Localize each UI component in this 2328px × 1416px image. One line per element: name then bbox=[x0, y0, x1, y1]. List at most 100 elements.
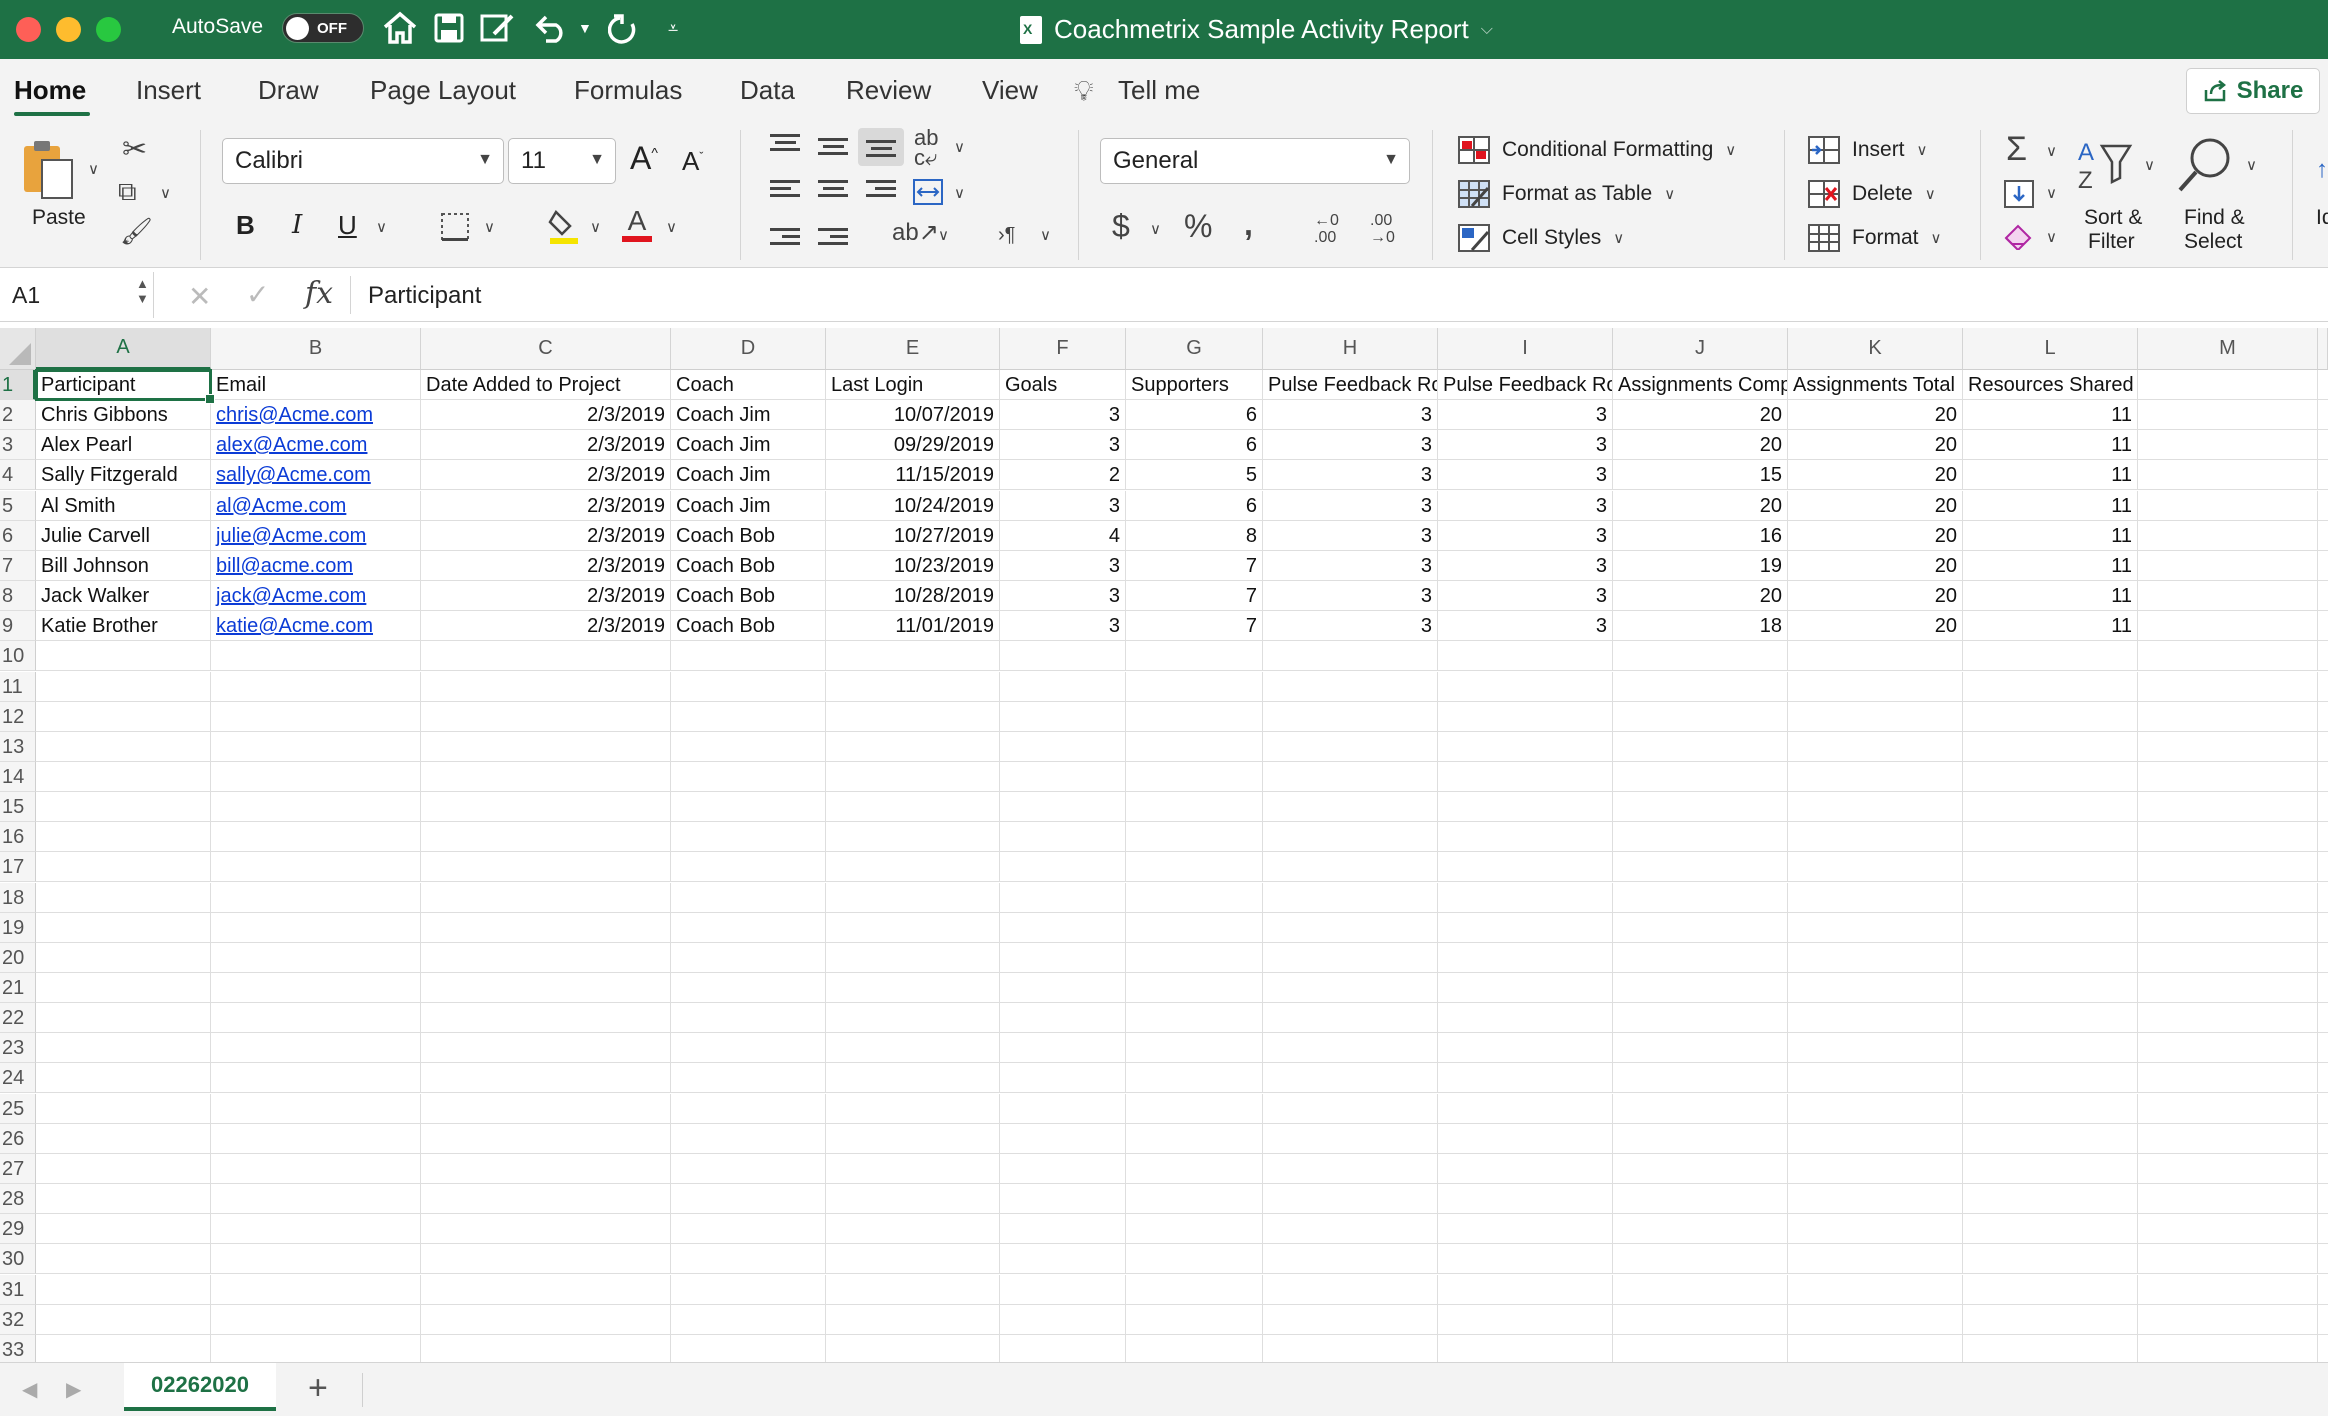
data-cell[interactable]: 3 bbox=[1000, 430, 1126, 461]
data-cell[interactable]: 20 bbox=[1788, 581, 1963, 612]
column-header[interactable]: J bbox=[1613, 328, 1788, 370]
empty-cell[interactable] bbox=[2318, 1154, 2328, 1184]
select-all-button[interactable] bbox=[0, 328, 36, 370]
header-cell[interactable]: Pulse Feedback Rou bbox=[1263, 370, 1438, 400]
row-header[interactable]: 7 bbox=[0, 550, 36, 581]
empty-cell[interactable] bbox=[2138, 1093, 2318, 1124]
row-header[interactable]: 21 bbox=[0, 973, 36, 1003]
header-cell[interactable]: Last Login bbox=[826, 370, 1000, 400]
empty-cell[interactable] bbox=[1438, 731, 1613, 762]
empty-cell[interactable] bbox=[2318, 1063, 2328, 1094]
copy-chevron[interactable]: ∨ bbox=[160, 184, 171, 202]
data-cell[interactable]: 2/3/2019 bbox=[421, 460, 671, 491]
customize-toolbar-icon[interactable]: ⩡ bbox=[668, 8, 678, 48]
data-cell[interactable]: 20 bbox=[1613, 490, 1788, 521]
empty-cell[interactable] bbox=[2318, 1244, 2328, 1275]
empty-cell[interactable] bbox=[36, 912, 211, 943]
empty-cell[interactable] bbox=[421, 942, 671, 973]
empty-cell[interactable] bbox=[36, 822, 211, 853]
empty-cell[interactable] bbox=[1438, 671, 1613, 702]
empty-cell[interactable] bbox=[2318, 762, 2328, 792]
empty-cell[interactable] bbox=[36, 882, 211, 913]
empty-cell[interactable] bbox=[211, 671, 421, 702]
minimize-window-button[interactable] bbox=[56, 17, 81, 42]
fill-color-icon[interactable] bbox=[548, 208, 580, 244]
empty-cell[interactable] bbox=[421, 1033, 671, 1064]
empty-cell[interactable] bbox=[671, 1334, 826, 1362]
empty-cell[interactable] bbox=[421, 1334, 671, 1362]
chevron-down-icon[interactable]: ▼ bbox=[578, 8, 592, 48]
empty-cell[interactable] bbox=[826, 882, 1000, 913]
empty-cell[interactable] bbox=[36, 761, 211, 792]
empty-cell[interactable] bbox=[826, 822, 1000, 853]
number-format-combo[interactable]: General ▼ bbox=[1100, 138, 1410, 184]
empty-cell[interactable] bbox=[1613, 731, 1788, 762]
empty-cell[interactable] bbox=[421, 761, 671, 792]
empty-cell[interactable] bbox=[211, 942, 421, 973]
empty-cell[interactable] bbox=[1263, 701, 1438, 732]
empty-cell[interactable] bbox=[1613, 1063, 1788, 1094]
empty-cell[interactable] bbox=[2318, 641, 2328, 672]
empty-cell[interactable] bbox=[1263, 1033, 1438, 1064]
data-cell[interactable] bbox=[2138, 490, 2318, 521]
data-cell[interactable]: 20 bbox=[1788, 430, 1963, 461]
empty-cell[interactable] bbox=[1788, 731, 1963, 762]
empty-cell[interactable] bbox=[826, 973, 1000, 1003]
delete-cells-button[interactable]: Delete ∨ bbox=[1808, 180, 1936, 208]
empty-cell[interactable] bbox=[1000, 792, 1126, 823]
empty-cell[interactable] bbox=[211, 973, 421, 1003]
copy-icon[interactable]: ⧉ bbox=[118, 176, 137, 208]
empty-cell[interactable] bbox=[1963, 671, 2138, 702]
tab-data[interactable]: Data bbox=[740, 75, 795, 106]
empty-cell[interactable] bbox=[671, 641, 826, 672]
empty-cell[interactable] bbox=[826, 792, 1000, 823]
borders-icon[interactable] bbox=[440, 212, 470, 242]
tab-page-layout[interactable]: Page Layout bbox=[370, 75, 516, 106]
empty-cell[interactable] bbox=[421, 852, 671, 883]
empty-cell[interactable] bbox=[2318, 1305, 2328, 1335]
merge-chevron[interactable]: ∨ bbox=[954, 184, 965, 202]
data-cell[interactable]: Coach Jim bbox=[671, 490, 826, 521]
fill-color-chevron[interactable]: ∨ bbox=[590, 218, 601, 236]
cut-icon[interactable]: ✂ bbox=[122, 132, 147, 167]
empty-cell[interactable] bbox=[1263, 1334, 1438, 1362]
empty-cell[interactable] bbox=[1263, 1274, 1438, 1305]
empty-cell[interactable] bbox=[211, 792, 421, 823]
empty-cell[interactable] bbox=[1263, 1214, 1438, 1245]
data-cell[interactable]: 6 bbox=[1126, 400, 1263, 431]
increase-indent-icon[interactable] bbox=[818, 224, 848, 249]
header-cell[interactable]: Assignments Total bbox=[1788, 370, 1963, 400]
empty-cell[interactable] bbox=[1000, 973, 1126, 1003]
empty-cell[interactable] bbox=[671, 942, 826, 973]
empty-cell[interactable] bbox=[1126, 1274, 1263, 1305]
empty-cell[interactable] bbox=[826, 1153, 1000, 1184]
empty-cell[interactable] bbox=[1000, 1003, 1126, 1034]
empty-cell[interactable] bbox=[671, 1244, 826, 1275]
empty-cell[interactable] bbox=[1788, 1214, 1963, 1245]
empty-cell[interactable] bbox=[2318, 521, 2328, 551]
data-cell[interactable]: Coach Jim bbox=[671, 460, 826, 491]
email-link-cell[interactable]: al@Acme.com bbox=[211, 490, 421, 521]
empty-cell[interactable] bbox=[1263, 1123, 1438, 1154]
empty-cell[interactable] bbox=[2318, 792, 2328, 823]
row-header[interactable]: 14 bbox=[0, 761, 36, 792]
name-box[interactable]: A1 bbox=[4, 272, 154, 318]
data-cell[interactable]: 6 bbox=[1126, 490, 1263, 521]
empty-cell[interactable] bbox=[1613, 1244, 1788, 1275]
chevron-down-icon[interactable]: ⌵ bbox=[1481, 21, 1493, 39]
data-cell[interactable]: Jack Walker bbox=[36, 581, 211, 612]
empty-cell[interactable] bbox=[1000, 701, 1126, 732]
empty-cell[interactable] bbox=[1788, 1244, 1963, 1275]
header-cell[interactable]: Assignments Comp bbox=[1613, 370, 1788, 400]
empty-cell[interactable] bbox=[421, 1063, 671, 1094]
sort-filter-button[interactable]: AZ bbox=[2076, 136, 2136, 194]
edit-icon[interactable] bbox=[480, 8, 516, 48]
empty-cell[interactable] bbox=[2318, 702, 2328, 732]
empty-cell[interactable] bbox=[2138, 852, 2318, 883]
empty-cell[interactable] bbox=[826, 641, 1000, 672]
empty-cell[interactable] bbox=[2138, 671, 2318, 702]
row-header[interactable]: 4 bbox=[0, 460, 36, 491]
empty-cell[interactable] bbox=[1126, 1153, 1263, 1184]
empty-cell[interactable] bbox=[1788, 641, 1963, 672]
empty-cell[interactable] bbox=[36, 792, 211, 823]
